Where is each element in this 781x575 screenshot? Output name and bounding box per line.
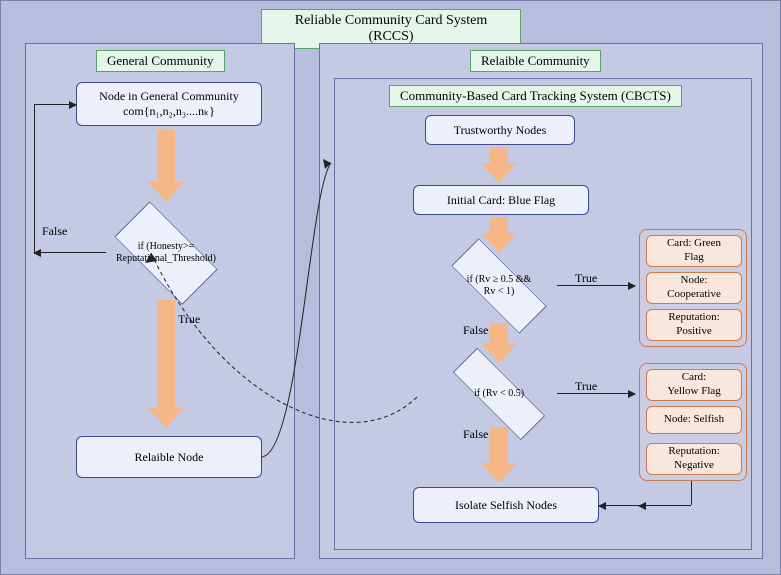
green-rep-box: Reputation: Positive [646, 309, 742, 341]
rv-decision-1: if (Rv ≥ 0.5 && Rv < 1) [439, 251, 559, 321]
green-card-box: Card: Green Flag [646, 235, 742, 267]
arrow-dec1-to-dec2 [487, 323, 511, 345]
yellow-outcome-group: Card: Yellow Flag Node: Selfish Reputati… [639, 363, 747, 481]
rv-decision-2: if (Rv < 0.5) [439, 363, 559, 425]
dec1-true-arrow [557, 285, 635, 286]
general-community-title: General Community [96, 50, 225, 72]
yellow-node-box: Node: Selfish [646, 406, 742, 434]
reliable-community-title: Relaible Community [470, 50, 601, 72]
dec2-true-arrow [557, 393, 635, 394]
dec1-true-label: True [575, 271, 597, 286]
yellow-to-isolate-h [639, 505, 691, 506]
rv-decision-1-text: if (Rv ≥ 0.5 && Rv < 1) [439, 251, 559, 321]
arrow-trust-to-initial [487, 147, 511, 165]
initial-card-box: Initial Card: Blue Flag [413, 185, 589, 215]
yellow-to-isolate-v [691, 481, 692, 505]
isolate-selfish-box: Isolate Selfish Nodes [413, 487, 599, 523]
rv-decision-2-text: if (Rv < 0.5) [439, 363, 559, 425]
node-general-community-box: Node in General Community com{n₁,n₂,n₃..… [76, 82, 262, 126]
dec2-true-label: True [575, 379, 597, 394]
arrow-initial-to-dec1 [487, 217, 511, 235]
dec1-false-label: False [463, 323, 488, 338]
false-line-v [34, 104, 35, 252]
reliable-node-box: Relaible Node [76, 436, 262, 478]
arrow-dec2-to-isolate [487, 427, 511, 465]
false-line-h1 [34, 252, 106, 253]
dec2-false-label: False [463, 427, 488, 442]
cbcts-title: Community-Based Card Tracking System (CB… [389, 85, 682, 107]
trustworthy-nodes-box: Trustworthy Nodes [425, 115, 575, 145]
yellow-rep-box: Reputation: Negative [646, 443, 742, 475]
cbcts-back-to-general-arrow [111, 201, 421, 441]
arrow-to-decision [154, 130, 178, 184]
false-line-h2 [34, 104, 76, 105]
false-label-left: False [42, 224, 67, 239]
yellow-card-box: Card: Yellow Flag [646, 369, 742, 401]
green-outcome-group: Card: Green Flag Node: Cooperative Reput… [639, 229, 747, 347]
green-node-box: Node: Cooperative [646, 272, 742, 304]
diagram-canvas: Reliable Community Card System (RCCS) Ge… [0, 0, 781, 575]
yellow-to-isolate-arrow [599, 505, 639, 506]
